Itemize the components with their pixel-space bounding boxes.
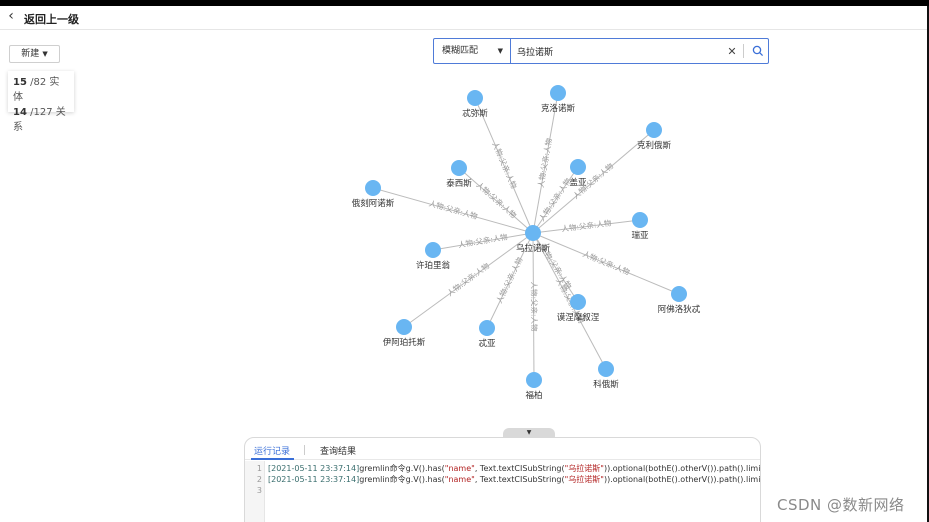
center-node-label: 乌拉诺斯 <box>516 243 551 254</box>
match-mode-select[interactable]: 模糊匹配 ▼ <box>434 39 511 63</box>
node-label: 泰西斯 <box>446 178 472 189</box>
log-line: 3 <box>256 486 262 495</box>
node-label: 俄刻阿诺斯 <box>352 198 395 209</box>
edge-label: 人物:父亲:人物 <box>529 281 539 332</box>
entity-count: 15 /82 实体 <box>13 77 60 103</box>
node-label: 科俄斯 <box>593 379 619 390</box>
new-button[interactable]: 新建 ▼ <box>9 45 60 63</box>
search-divider <box>743 44 744 58</box>
console-panel: 运行记录 查询结果 1 [2021-05-11 23:37:14]gremlin命… <box>244 437 761 522</box>
graph-node[interactable] <box>451 160 467 176</box>
node-label: 忒亚 <box>478 338 496 349</box>
graph-node[interactable] <box>570 159 586 175</box>
tab-divider <box>304 445 305 455</box>
graph-node[interactable] <box>479 320 495 336</box>
watermark: CSDN @数新网络 <box>777 496 905 514</box>
graph-node[interactable] <box>396 319 412 335</box>
new-button-label: 新建 <box>21 49 40 59</box>
graph-node[interactable] <box>425 242 441 258</box>
log-line: 1 [2021-05-11 23:37:14]gremlin命令g.V().has… <box>256 464 761 473</box>
graph-node[interactable] <box>570 294 586 310</box>
edge-label: 人物:父亲:人物 <box>581 248 632 277</box>
caret-down-icon: ▼ <box>42 50 48 58</box>
edge-label: 人物:父亲:人物 <box>428 198 479 221</box>
edge-label: 人物:父亲:人物 <box>561 217 612 233</box>
node-label: 许珀里翁 <box>416 260 451 271</box>
log-line: 2 [2021-05-11 23:37:14]gremlin命令g.V().has… <box>256 475 761 484</box>
node-label: 克洛诺斯 <box>541 103 576 114</box>
graph-node[interactable] <box>526 372 542 388</box>
node-label: 忒弥斯 <box>462 108 488 119</box>
console-tabs: 运行记录 查询结果 <box>245 438 760 460</box>
graph-node[interactable] <box>550 85 566 101</box>
edge-label: 人物:父亲:人物 <box>535 137 554 189</box>
node-label: 伊阿珀托斯 <box>383 337 426 348</box>
graph-node[interactable] <box>671 286 687 302</box>
dropdown-arrow-icon: ▼ <box>497 47 503 55</box>
node-label: 谟涅摩叙涅 <box>557 312 600 323</box>
search-icon[interactable] <box>748 41 768 61</box>
node-label: 阿佛洛狄忒 <box>658 304 701 315</box>
edge-label: 人物:父亲:人物 <box>445 260 492 298</box>
app-window: ‹ 返回上一级 人物:父亲:人物 人物:父亲:人物 人物:父亲:人物 人物:父亲:人物… <box>0 6 929 522</box>
knowledge-graph[interactable]: 人物:父亲:人物 人物:父亲:人物 人物:父亲:人物人物:父亲:人物 人物:父亲:人物… <box>0 6 929 436</box>
node-label: 盖亚 <box>569 177 587 188</box>
graph-node[interactable] <box>598 361 614 377</box>
search-bar: 模糊匹配 ▼ ✕ <box>433 38 769 64</box>
stats-panel: 15 /82 实体 14 /127 关系 <box>8 71 74 133</box>
graph-node[interactable] <box>467 90 483 106</box>
graph-node[interactable] <box>365 180 381 196</box>
match-mode-value: 模糊匹配 <box>442 46 479 56</box>
graph-node[interactable] <box>646 122 662 138</box>
edge-label: 人物:父亲:人物 <box>490 140 519 190</box>
node-label: 瑞亚 <box>631 230 649 241</box>
relation-count: 14 /127 关系 <box>13 107 66 133</box>
tab-run-log[interactable]: 运行记录 <box>254 444 290 457</box>
clear-icon[interactable]: ✕ <box>725 45 739 58</box>
search-input[interactable] <box>511 40 725 62</box>
log-editor[interactable]: 1 [2021-05-11 23:37:14]gremlin命令g.V().has… <box>245 461 760 522</box>
tab-query-result[interactable]: 查询结果 <box>320 444 356 457</box>
active-tab-indicator <box>251 458 294 460</box>
edge-label: 人物:父亲:人物 <box>494 255 525 305</box>
graph-node[interactable] <box>632 212 648 228</box>
node-label: 克利俄斯 <box>637 140 672 151</box>
edge-label: 人物:父亲:人物 <box>457 231 509 249</box>
center-node[interactable] <box>525 225 541 241</box>
node-label: 福柏 <box>525 390 542 401</box>
